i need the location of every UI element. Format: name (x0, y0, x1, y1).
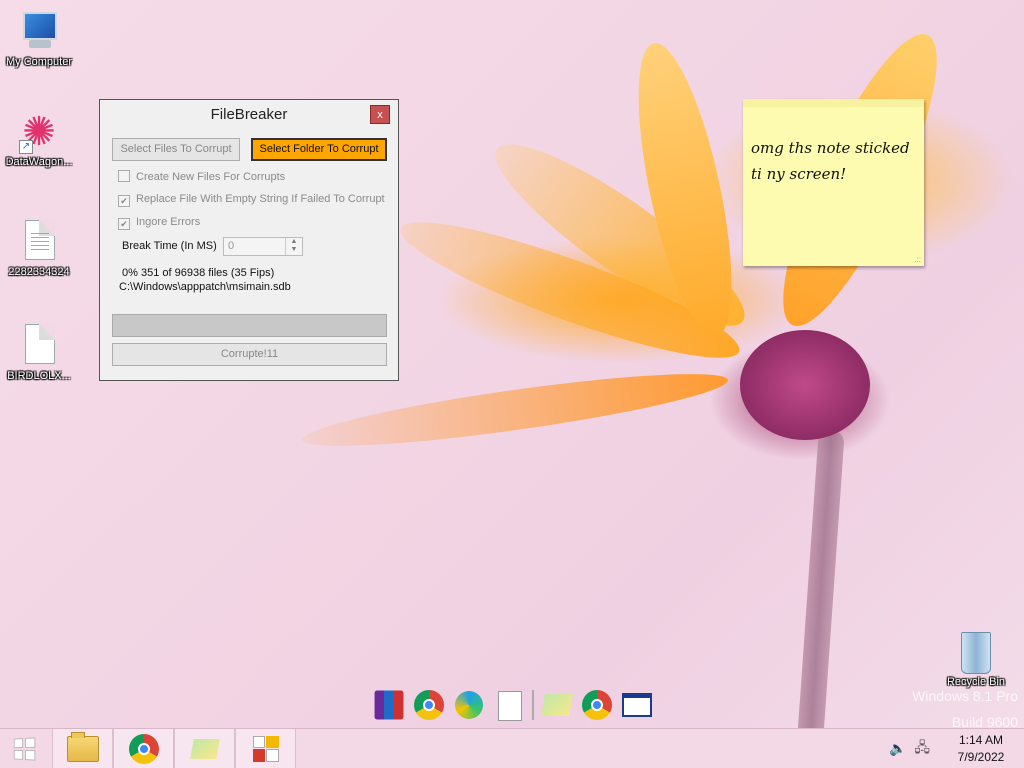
windows-logo-icon (13, 736, 36, 761)
desktop-icon-recycle-bin[interactable]: Recycle Bin (940, 632, 1012, 688)
desktop-icon-my-computer[interactable]: My Computer (0, 10, 78, 68)
notepad-icon[interactable] (492, 688, 526, 722)
chrome-icon[interactable] (580, 688, 614, 722)
close-button[interactable]: x (370, 105, 390, 124)
clock-date: 7/9/2022 (957, 749, 1005, 764)
shortcut-arrow-icon: ↗ (19, 140, 33, 154)
sticky-notes-icon (189, 738, 220, 759)
option-label: Replace File With Empty String If Failed… (136, 193, 385, 205)
file-icon (19, 324, 59, 368)
select-folder-button[interactable]: Select Folder To Corrupt (251, 138, 387, 161)
network-icon[interactable]: 🖧 (914, 737, 930, 761)
window-titlebar[interactable]: FileBreaker x (100, 100, 398, 130)
file-icon (19, 220, 59, 264)
wallpaper-flower-center (740, 330, 870, 440)
checkbox[interactable]: ✔ (118, 195, 130, 207)
chrome-icon[interactable] (412, 688, 446, 722)
desktop-icon-label: DataWagon... (5, 156, 73, 168)
computer-icon (19, 10, 59, 54)
desktop-icon-birdlolx[interactable]: BIRDLOLX... (0, 324, 78, 382)
taskbar-chrome[interactable] (113, 729, 174, 768)
option-replace-empty-string[interactable]: ✔ Replace File With Empty String If Faile… (118, 193, 385, 207)
sticky-note-line: omg ths note sticked (751, 139, 910, 157)
break-time-label: Break Time (In MS) (122, 240, 217, 252)
start-button[interactable] (0, 729, 48, 768)
desktop-icon-label: 2282334324 (8, 266, 70, 278)
checkbox[interactable] (118, 170, 130, 182)
window-icon[interactable] (620, 688, 654, 722)
corrupt-button[interactable]: Corrupte!11 (112, 343, 387, 366)
filebreaker-app-icon (252, 735, 279, 762)
break-time-stepper[interactable]: 0 ▲ ▼ (223, 237, 303, 256)
taskbar-filebreaker[interactable] (235, 729, 296, 768)
option-create-new-files[interactable]: Create New Files For Corrupts (118, 170, 285, 183)
taskbar-sticky-notes[interactable] (174, 729, 235, 768)
resize-grip-icon[interactable]: .:: (914, 255, 921, 264)
sticky-note-line: ti ny screen! (751, 165, 847, 183)
sticky-note[interactable]: omg ths note sticked ti ny screen! .:: (743, 99, 924, 266)
recycle-bin-icon (961, 632, 991, 674)
wallpaper-flower-stem (797, 429, 845, 741)
desktop-icon-label: Recycle Bin (946, 676, 1006, 688)
sticky-note-header[interactable] (743, 99, 924, 107)
dock-separator (532, 690, 534, 720)
taskbar-clock[interactable]: 1:14 AM 7/9/2022 (938, 732, 1024, 766)
option-label: Create New Files For Corrupts (136, 171, 286, 183)
checkbox[interactable]: ✔ (118, 218, 130, 230)
current-file-path: C:\Windows\apppatch\msimain.sdb (119, 281, 291, 293)
filebreaker-window: FileBreaker x Select Files To Corrupt Se… (99, 99, 399, 381)
winrar-icon[interactable] (374, 690, 404, 720)
status-text: 0% 351 of 96938 files (35 Fips) (122, 267, 275, 279)
desktop-icon-datawagon[interactable]: ✺ ↗ DataWagon... (0, 110, 78, 168)
select-files-button[interactable]: Select Files To Corrupt (112, 138, 240, 161)
option-label: Ingore Errors (136, 216, 201, 228)
desktop-icon-label: My Computer (5, 56, 73, 68)
datawagon-icon: ✺ ↗ (19, 110, 59, 154)
edge-icon[interactable] (452, 688, 486, 722)
window-title: FileBreaker (210, 106, 288, 123)
desktop-icon-label: BIRDLOLX... (7, 370, 71, 382)
desktop-icon-file-2282334324[interactable]: 2282334324 (0, 220, 78, 278)
dock-bar (372, 688, 654, 722)
speaker-muted-icon[interactable]: 🔈 (889, 740, 906, 757)
taskbar: 🔈 🖧 1:14 AM 7/9/2022 (0, 728, 1024, 768)
sticky-notes-icon[interactable] (540, 688, 574, 722)
option-ignore-errors[interactable]: ✔ Ingore Errors (118, 216, 200, 230)
stepper-arrows[interactable]: ▲ ▼ (285, 238, 302, 255)
chrome-icon (128, 733, 159, 764)
sticky-note-text[interactable]: omg ths note sticked ti ny screen! (743, 107, 924, 187)
folder-icon (66, 731, 99, 762)
taskbar-file-explorer[interactable] (52, 729, 113, 768)
progress-bar (112, 314, 387, 337)
clock-time: 1:14 AM (958, 732, 1004, 747)
break-time-value: 0 (228, 240, 235, 252)
system-tray: 🔈 🖧 1:14 AM 7/9/2022 (889, 729, 1024, 768)
